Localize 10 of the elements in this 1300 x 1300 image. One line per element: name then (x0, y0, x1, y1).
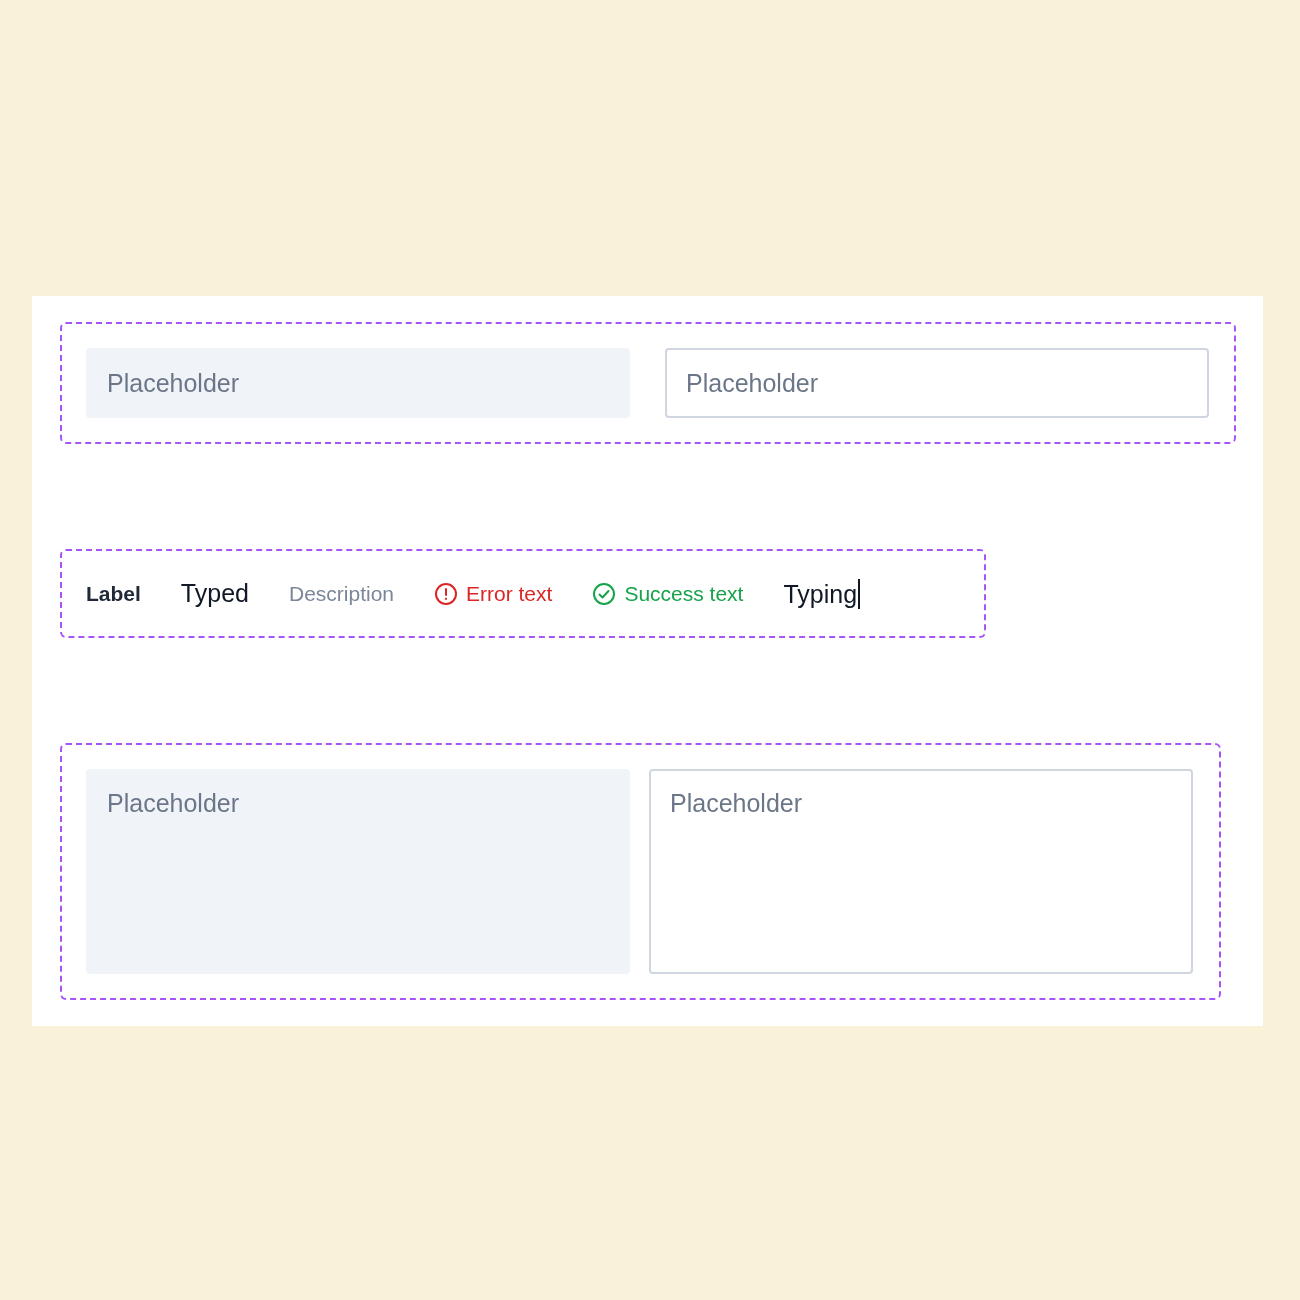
text-area[interactable]: Placeholder (649, 769, 1193, 974)
success-message: Success text (624, 580, 744, 607)
check-circle-icon (592, 581, 617, 606)
field-label: Label (86, 580, 141, 607)
alert-icon (434, 581, 458, 606)
error-message: Error text (466, 580, 553, 607)
typing-text: Typing (783, 578, 861, 609)
text-input[interactable]: Placeholder (665, 348, 1209, 418)
description-text: Description (288, 580, 394, 607)
typed-text: Typed (180, 577, 249, 609)
